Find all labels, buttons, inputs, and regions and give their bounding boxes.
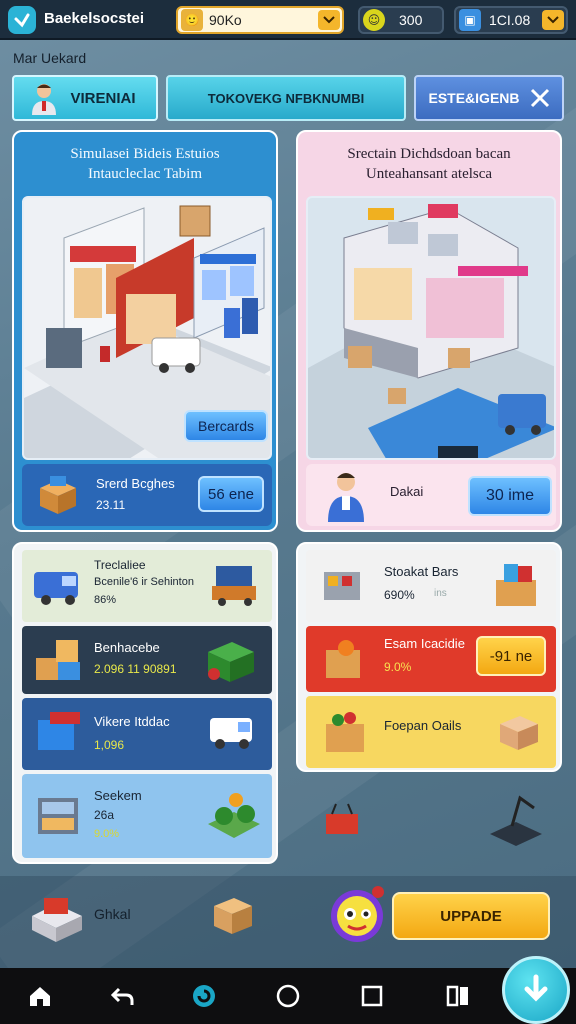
mascot-icon[interactable]: [326, 884, 388, 946]
row-title: Vikere Itddac: [94, 714, 170, 729]
business-card-left[interactable]: Simulasei Bideis Estuios Intaucleclac Ta…: [12, 130, 278, 532]
back-icon[interactable]: [108, 982, 136, 1010]
park-trees-icon: [208, 793, 260, 838]
square-recents-icon[interactable]: [358, 982, 386, 1010]
cash-dropdown-button[interactable]: [542, 10, 564, 30]
app-title: Baekelsocstei: [44, 10, 145, 27]
worker-avatar-icon: [328, 473, 364, 522]
van-icon: [34, 572, 78, 605]
upgrade-button[interactable]: UPPADE: [392, 892, 550, 940]
close-icon[interactable]: [528, 86, 552, 110]
list-item[interactable]: Foepan Oails: [306, 696, 556, 768]
coins-value: 90Ko: [209, 12, 242, 28]
gem-icon: ☺: [363, 9, 385, 31]
list-item[interactable]: Seekem 26a 9.0%: [22, 774, 272, 858]
card-right-title-line1: Srectain Dichdsdoan bacan: [347, 146, 511, 162]
gems-counter[interactable]: ☺ 300: [358, 6, 444, 34]
split-icon[interactable]: [444, 982, 472, 1010]
top-bar: Baekelsocstei 🙂 90Ko ☺ 300 ▣ 1CI.08: [0, 0, 576, 40]
blue-box-icon: [38, 712, 80, 750]
fire-crate-icon: [326, 640, 360, 678]
list-item[interactable]: Treclaliee Bcenile'6 ir Sehinton 86%: [22, 550, 272, 622]
card-right-title: Srectain Dichdsdoan bacan Unteahansant a…: [298, 144, 560, 184]
card-left-footer-button[interactable]: 56 ene: [198, 476, 264, 512]
crate-stack-icon[interactable]: [28, 888, 86, 944]
action-bar-label: Ghkal: [94, 906, 131, 922]
list-item[interactable]: Benhacebe 2.096 11 90891: [22, 626, 272, 694]
row-title: Benhacebe: [94, 640, 160, 655]
coins-counter[interactable]: 🙂 90Ko: [176, 6, 344, 34]
row-title: Treclaliee: [94, 558, 146, 572]
download-icon: [524, 974, 548, 1002]
row-subtitle: Bcenile'6 ir Sehinton: [94, 576, 194, 588]
stats-panel-right: Stoakat Bars 690% ins Esam Icacidie 9.0%…: [296, 542, 562, 772]
section-label: Mar Uekard: [13, 50, 87, 66]
scale-icon[interactable]: [484, 790, 548, 854]
card-left-footer: Srerd Bcghes 23.11 56 ene: [22, 464, 272, 526]
green-crate-icon: [208, 642, 254, 682]
tab-shop-info-label: TOKOVEKG NFBKNUMBI: [207, 90, 365, 106]
tab-settings[interactable]: ESTE&IGENB: [414, 75, 564, 121]
manager-avatar-icon: [32, 84, 56, 115]
business-card-right[interactable]: Srectain Dichdsdoan bacan Unteahansant a…: [296, 130, 562, 532]
card-left-title-line2: Intaucleclac Tabim: [87, 166, 203, 182]
card-left-title-line1: Simulasei Bideis Estuios: [70, 146, 220, 162]
list-item[interactable]: Esam Icacidie 9.0% -91 ne: [306, 626, 556, 692]
shelf-icon: [324, 572, 360, 600]
card-left-footer-value: 23.11: [96, 498, 126, 512]
row-value: 86%: [94, 594, 117, 606]
card-right-footer-button[interactable]: 30 ime: [468, 476, 552, 516]
store-interior-illustration: [306, 196, 556, 460]
shopping-basket-icon[interactable]: [322, 800, 362, 840]
row-value: 1,096: [94, 738, 125, 752]
parcel-icon: [500, 716, 538, 750]
row-title: Seekem: [94, 788, 142, 803]
delivery-truck-icon: [212, 566, 256, 606]
row-title: Foepan Oails: [384, 718, 462, 733]
product-box-icon: [496, 564, 536, 606]
row-extra: ins: [434, 588, 447, 599]
row-title: Esam Icacidie: [384, 636, 465, 651]
row-value: 2.096 11 90891: [94, 662, 177, 676]
list-item[interactable]: Vikere Itddac 1,096: [22, 698, 272, 770]
row-value: 9.0%: [384, 660, 412, 674]
cash-value: 1CI.08: [489, 12, 531, 28]
download-fab[interactable]: [502, 956, 570, 1024]
list-item[interactable]: Stoakat Bars 690% ins: [306, 550, 556, 622]
home-icon[interactable]: [26, 982, 54, 1010]
card-right-footer: Dakai 30 ime: [306, 464, 556, 526]
coin-icon: 🙂: [181, 9, 203, 31]
system-nav-bar: [0, 968, 576, 1024]
row-value: 690%: [384, 588, 415, 602]
sale-button[interactable]: -91 ne: [476, 636, 546, 676]
tab-settings-label: ESTE&IGENB: [428, 90, 520, 106]
row-title: Stoakat Bars: [384, 564, 459, 579]
circle-home-icon[interactable]: [274, 982, 302, 1010]
cardboard-box-icon[interactable]: [210, 890, 256, 938]
stats-panel-left: Treclaliee Bcenile'6 ir Sehinton 86% Ben…: [12, 542, 278, 864]
tab-shop-info[interactable]: TOKOVEKG NFBKNUMBI: [166, 75, 406, 121]
gift-box-icon: [326, 712, 364, 752]
tab-manager[interactable]: VIRENIAI: [12, 75, 158, 121]
white-van-icon: [210, 718, 252, 749]
warehouse-rack-icon: [38, 798, 78, 834]
crate-icon: [40, 476, 76, 514]
box-stack-icon: [36, 640, 80, 680]
app-logo-icon[interactable]: [8, 6, 36, 34]
cash-icon: ▣: [459, 9, 481, 31]
row-value: 9.0%: [94, 828, 120, 840]
coins-dropdown-button[interactable]: [318, 10, 340, 30]
card-right-footer-label: Dakai: [390, 484, 424, 499]
row-subtitle: 26a: [94, 808, 115, 822]
app-icon[interactable]: [190, 982, 218, 1010]
card-left-title: Simulasei Bideis Estuios Intaucleclac Ta…: [14, 144, 276, 184]
gems-value: 300: [399, 12, 423, 28]
card-left-footer-title: Srerd Bcghes: [96, 476, 175, 491]
card-left-action-button[interactable]: Bercards: [184, 410, 268, 442]
tab-manager-label: VIRENIAI: [70, 89, 136, 107]
cash-counter[interactable]: ▣ 1CI.08: [454, 6, 568, 34]
card-right-title-line2: Unteahansant atelsca: [365, 166, 493, 182]
